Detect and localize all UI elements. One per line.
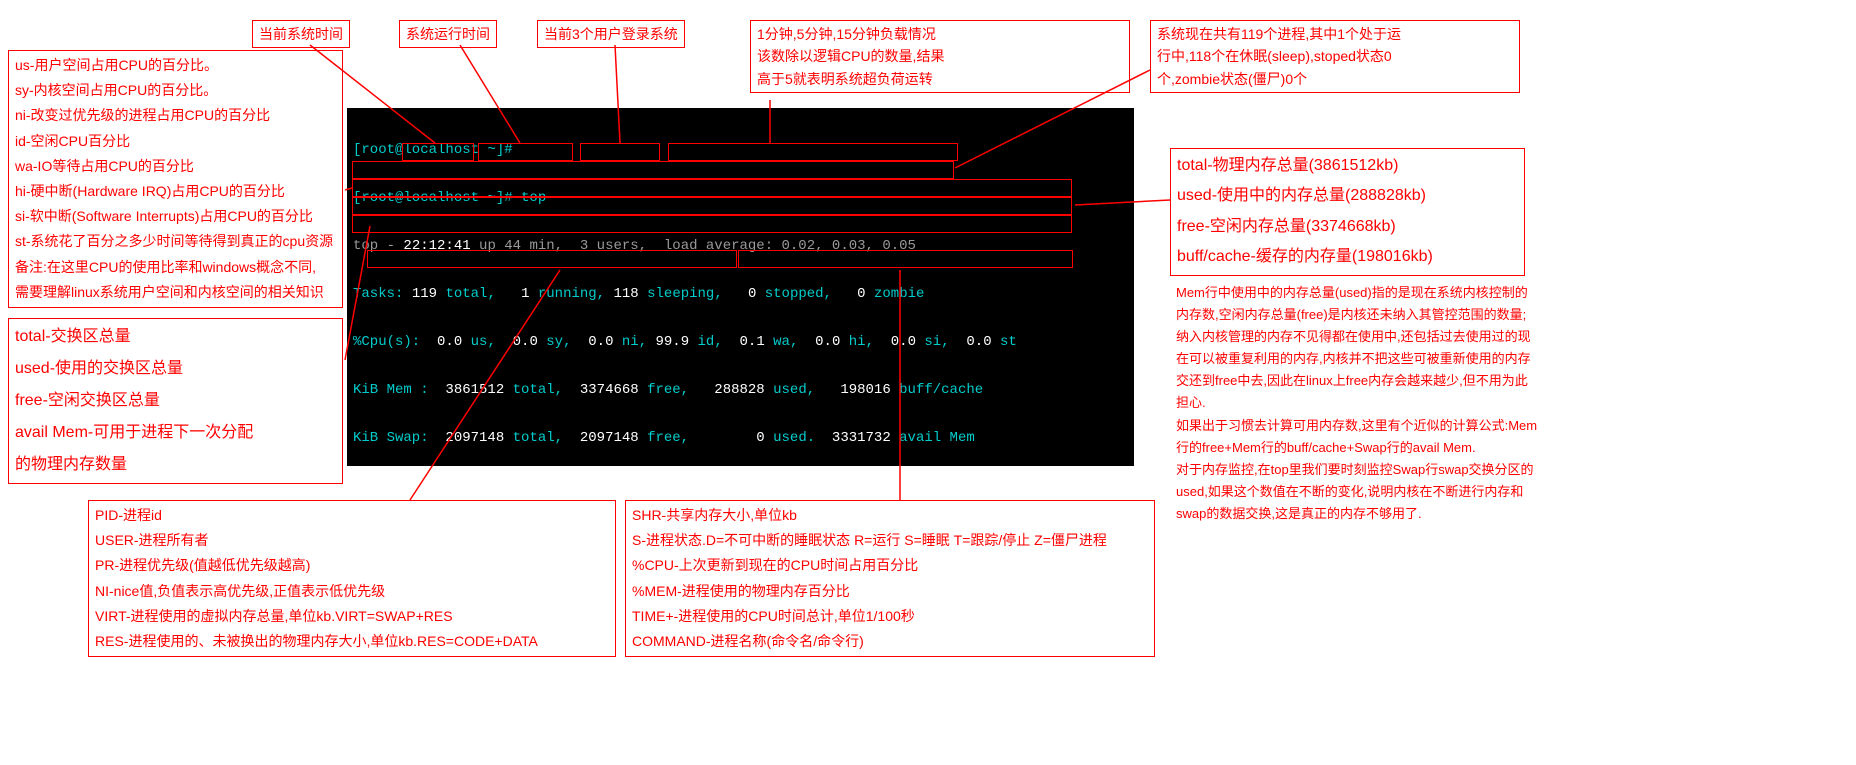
label-tasks: 系统现在共有119个进程,其中1个处于运 行中,118个在休眠(sleep),s… — [1150, 20, 1520, 93]
tasks-line: Tasks: 119 total, 1 running, 118 sleepin… — [353, 286, 1128, 302]
label-cpu-fields: us-用户空间占用CPU的百分比。 sy-内核空间占用CPU的百分比。 ni-改… — [8, 50, 343, 308]
cpu-line: %Cpu(s): 0.0 us, 0.0 sy, 0.0 ni, 99.9 id… — [353, 334, 1128, 350]
label-proc-cols-right: SHR-共享内存大小,单位kb S-进程状态.D=不可中断的睡眠状态 R=运行 … — [625, 500, 1155, 657]
label-time: 当前系统时间 — [252, 20, 350, 48]
prompt: [root@localhost ~]# top — [353, 190, 546, 206]
mem-line: KiB Mem : 3861512 total, 3374668 free, 2… — [353, 382, 1128, 398]
label-swap-fields: total-交换区总量 used-使用的交换区总量 free-空闲交换区总量 a… — [8, 318, 343, 484]
paragraph-memory-explain: Mem行中使用中的内存总量(used)指的是现在系统内核控制的内存数,空闲内存总… — [1170, 280, 1545, 527]
label-proc-cols-left: PID-进程id USER-进程所有者 PR-进程优先级(值越低优先级越高) N… — [88, 500, 616, 657]
swap-line: KiB Swap: 2097148 total, 2097148 free, 0… — [353, 430, 1128, 446]
label-mem-fields: total-物理内存总量(3861512kb) used-使用中的内存总量(28… — [1170, 148, 1525, 276]
terminal: [root@localhost ~]# [root@localhost ~]# … — [347, 108, 1134, 466]
label-uptime: 系统运行时间 — [399, 20, 497, 48]
label-users: 当前3个用户登录系统 — [537, 20, 685, 48]
top-summary-line: top - 22:12:41 up 44 min, 3 users, load … — [353, 238, 1128, 254]
prompt: [root@localhost ~]# — [353, 142, 513, 158]
label-load: 1分钟,5分钟,15分钟负载情况 该数除以逻辑CPU的数量,结果 高于5就表明系… — [750, 20, 1130, 93]
